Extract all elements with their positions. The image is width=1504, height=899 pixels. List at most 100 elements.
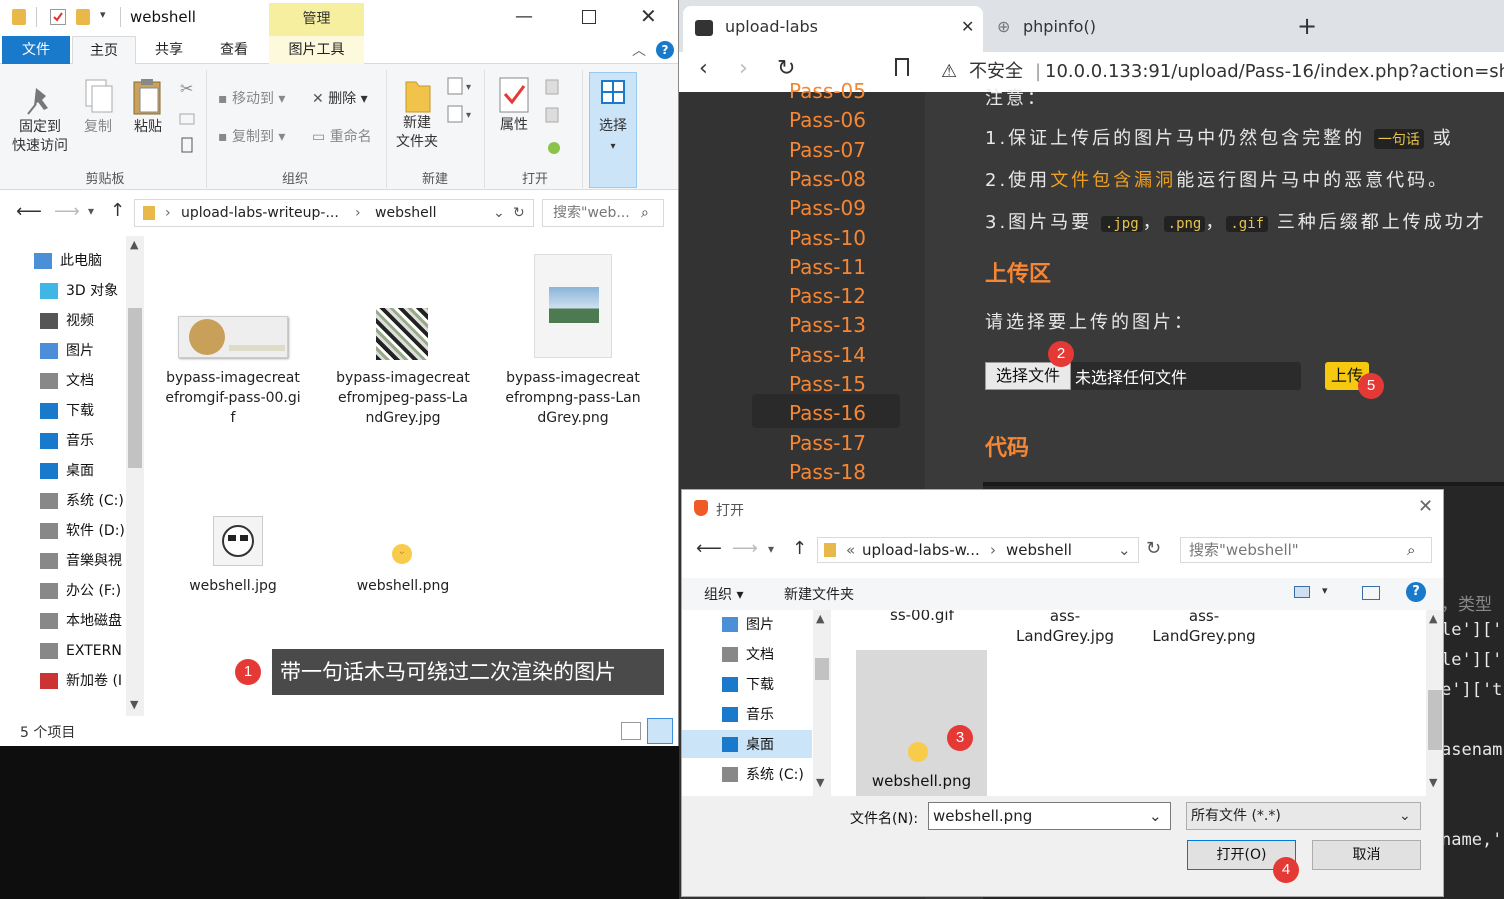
file-name[interactable]: ass-LandGrey.png [1148, 610, 1260, 646]
dialog-close-button[interactable]: ✕ [1418, 496, 1433, 517]
file-item-gif[interactable]: bypass-imagecreatefromgif-pass-00.gif [158, 256, 308, 428]
sidebar-item-pass-17[interactable]: Pass-17 [789, 430, 866, 456]
sidebar-item-pass-07[interactable]: Pass-07 [789, 137, 866, 163]
nav-item-icon [40, 583, 58, 599]
tab-share[interactable]: 共享 [138, 36, 200, 64]
breadcrumb-current[interactable]: webshell [1006, 538, 1072, 562]
close-button[interactable]: ✕ [640, 4, 657, 28]
tab-close-icon[interactable]: ✕ [961, 6, 974, 48]
file-item-png[interactable]: bypass-imagecreatefrompng-pass-LandGrey.… [498, 254, 648, 428]
sidebar-item-pass-15[interactable]: Pass-15 [789, 371, 866, 397]
file-name: webshell.jpg [189, 578, 277, 594]
address-bar[interactable]: › upload-labs-writeup-... › webshell ⌄ ↻ [134, 199, 534, 227]
change-view-icon[interactable] [1294, 586, 1310, 598]
ribbon-tab-bar: 文件 主页 共享 查看 图片工具 ︿ ? [0, 36, 678, 64]
preview-pane-icon[interactable] [1362, 586, 1380, 600]
tab-phpinfo[interactable]: ⊕ phpinfo() [987, 6, 1277, 52]
breadcrumb-parent[interactable]: upload-labs-w... [862, 538, 980, 562]
tab-file[interactable]: 文件 [2, 36, 70, 64]
recent-locations-icon[interactable]: ▾ [768, 542, 774, 556]
up-arrow-icon[interactable]: ↑ [110, 200, 125, 221]
view-options-dropdown-icon[interactable]: ▾ [1322, 584, 1328, 597]
sidebar-item-pass-05[interactable]: Pass-05 [789, 78, 866, 104]
new-folder-button[interactable]: 新建 文件夹 [392, 76, 442, 152]
copy-to-button[interactable]: ▪ 复制到 ▾ [218, 126, 285, 146]
sidebar-item-pass-13[interactable]: Pass-13 [789, 312, 866, 338]
sidebar-item-pass-14[interactable]: Pass-14 [789, 342, 866, 368]
new-folder-button[interactable]: 新建文件夹 [784, 584, 854, 604]
sidebar-item-pass-18[interactable]: Pass-18 [789, 459, 866, 485]
filetype-select[interactable]: 所有文件 (*.*) ⌄ [1186, 802, 1421, 830]
recent-locations-icon[interactable]: ▾ [88, 204, 94, 218]
bookmark-icon[interactable] [895, 58, 909, 76]
new-item-tools[interactable]: ▾ ▾ [446, 76, 476, 136]
back-icon[interactable]: ‹ [699, 56, 708, 81]
refresh-icon[interactable]: ↻ [513, 200, 525, 226]
upload-heading: 上传区 [985, 262, 1052, 287]
breadcrumb-parent[interactable]: upload-labs-writeup-... [181, 200, 339, 226]
nav-scrollbar[interactable]: ▲ ▼ [126, 236, 144, 716]
selected-file-item[interactable]: webshell.png [856, 650, 987, 796]
refresh-icon[interactable]: ↻ [1146, 538, 1161, 559]
forward-arrow-icon[interactable]: ⟶ [54, 201, 80, 222]
up-arrow-icon[interactable]: ↑ [792, 538, 807, 559]
new-folder-icon[interactable] [76, 9, 90, 25]
filename-input[interactable]: webshell.png ⌄ [928, 802, 1171, 830]
files-scrollbar[interactable]: ▲ ▼ [1426, 610, 1443, 796]
tab-picture-tools[interactable]: 图片工具 [269, 36, 364, 64]
help-icon[interactable]: ? [656, 41, 674, 59]
file-item-jpg[interactable]: bypass-imagecreatefromjpeg-pass-LandGrey… [328, 256, 478, 428]
properties-button[interactable]: 属性 [492, 76, 536, 135]
rename-button[interactable]: ▭ 重命名 [312, 126, 372, 146]
forward-icon[interactable]: › [739, 56, 748, 81]
search-input[interactable]: 搜索"web... ⌕ [542, 199, 664, 227]
file-item-webshell-jpg[interactable]: webshell.jpg [158, 496, 308, 596]
group-open: 打开 [521, 172, 548, 187]
maximize-button[interactable] [582, 10, 596, 24]
back-arrow-icon[interactable]: ⟵ [16, 201, 42, 222]
file-input[interactable]: 选择文件 未选择任何文件 [985, 362, 1301, 390]
nav-item-icon [40, 613, 58, 629]
manage-tab[interactable]: 管理 [269, 3, 364, 36]
minimize-button[interactable]: — [515, 6, 533, 27]
copy-button[interactable]: 复制 [78, 76, 118, 137]
sidebar-item-pass-10[interactable]: Pass-10 [789, 225, 866, 251]
delete-button[interactable]: ✕ 删除 ▾ [312, 88, 368, 108]
new-tab-icon[interactable]: + [1297, 12, 1317, 40]
details-view-icon[interactable] [621, 722, 641, 740]
scrollbar-thumb[interactable] [128, 308, 142, 468]
tab-home[interactable]: 主页 [72, 36, 136, 64]
paste-button[interactable]: 粘贴 [126, 76, 170, 137]
sidebar-item-pass-12[interactable]: Pass-12 [789, 283, 866, 309]
open-tools[interactable] [542, 78, 572, 158]
back-arrow-icon[interactable]: ⟵ [696, 538, 722, 559]
file-name[interactable]: ss-00.gif [890, 610, 954, 624]
tab-upload-labs[interactable]: upload-labs ✕ [683, 6, 983, 52]
file-item-webshell-png[interactable]: ᵕ webshell.png [328, 496, 478, 596]
large-icons-view-icon[interactable] [647, 718, 673, 744]
sidebar-item-pass-08[interactable]: Pass-08 [789, 166, 866, 192]
move-to-button[interactable]: ▪ 移动到 ▾ [218, 88, 285, 108]
help-icon[interactable]: ? [1406, 582, 1426, 602]
nav-scrollbar[interactable]: ▲ ▼ [813, 610, 831, 796]
address-dropdown-icon[interactable]: ⌄ [1118, 538, 1131, 562]
sidebar-item-pass-16[interactable]: Pass-16 [789, 400, 866, 426]
search-icon: ⌕ [1407, 541, 1416, 559]
dialog-address-bar[interactable]: « upload-labs-w... › webshell ⌄ [817, 537, 1139, 563]
address-dropdown-icon[interactable]: ⌄ [493, 200, 505, 226]
sidebar-item-pass-09[interactable]: Pass-09 [789, 195, 866, 221]
collapse-ribbon-icon[interactable]: ︿ [632, 40, 646, 60]
organize-button[interactable]: 组织 ▾ [704, 584, 743, 604]
sidebar-item-pass-11[interactable]: Pass-11 [789, 254, 866, 280]
customize-toolbar-icon[interactable]: ▾ [100, 8, 106, 21]
tab-view[interactable]: 查看 [202, 36, 266, 64]
forward-arrow-icon[interactable]: ⟶ [732, 538, 758, 559]
breadcrumb-current[interactable]: webshell [375, 200, 437, 226]
cancel-button[interactable]: 取消 [1312, 840, 1421, 870]
sidebar-item-pass-06[interactable]: Pass-06 [789, 107, 866, 133]
properties-icon[interactable] [50, 9, 66, 25]
select-button[interactable]: 选择 ▾ [589, 72, 637, 188]
dialog-search-input[interactable]: 搜索"webshell" ⌕ [1180, 537, 1432, 563]
file-name[interactable]: ass-LandGrey.jpg [1006, 610, 1124, 646]
pin-quick-access-button[interactable]: 固定到 快速访问 [8, 82, 72, 156]
